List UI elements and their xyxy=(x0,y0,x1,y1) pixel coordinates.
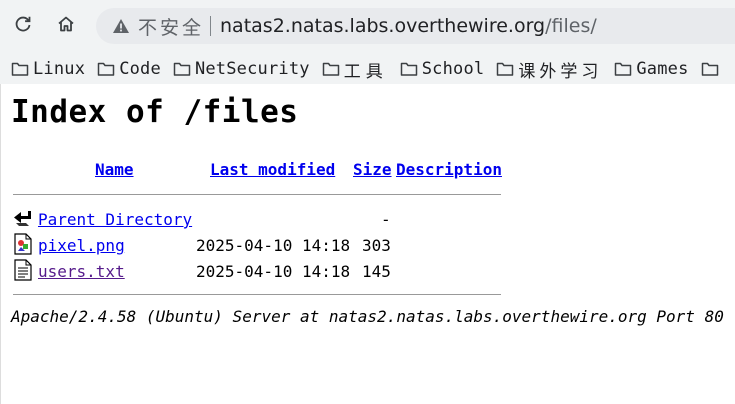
file-name: Parent Directory xyxy=(38,210,192,229)
security-status[interactable]: 不安全 xyxy=(138,13,204,40)
folder-icon xyxy=(497,62,514,76)
bookmark-label: 工具 xyxy=(343,61,388,82)
folder-icon xyxy=(11,62,29,76)
sort-by-description-link[interactable]: Description xyxy=(396,160,502,179)
table-divider-bottom xyxy=(13,294,501,295)
file-link[interactable]: pixel.png xyxy=(38,236,125,255)
file-name: users.txt xyxy=(38,262,125,281)
home-button[interactable] xyxy=(50,8,82,40)
bookmark-label: School xyxy=(421,59,485,79)
image-icon xyxy=(14,233,32,255)
folder-icon xyxy=(615,62,632,76)
bookmark-label: Code xyxy=(119,59,161,79)
sort-by-last-modified-link[interactable]: Last modified xyxy=(210,160,335,179)
folder-icon xyxy=(701,62,718,76)
bookmark-folder-games[interactable]: Games xyxy=(614,59,688,79)
table-divider-top xyxy=(13,194,501,195)
url-path: /files/ xyxy=(545,15,597,37)
file-size: - xyxy=(381,210,391,229)
bookmark-folder-code[interactable]: Code xyxy=(97,59,161,79)
sort-by-name-link[interactable]: Name xyxy=(95,160,134,179)
page-content: Index of /files Name Last modified Size … xyxy=(0,84,735,404)
address-bar[interactable]: 不安全 natas2.natas.labs.overthewire.org/fi… xyxy=(96,8,735,44)
reload-icon xyxy=(15,16,31,32)
address-divider xyxy=(210,16,212,36)
home-icon xyxy=(58,16,74,32)
file-modified: 2025-04-10 14:18 xyxy=(196,262,351,281)
warning-icon xyxy=(112,17,130,35)
file-modified: 2025-04-10 14:18 xyxy=(196,236,351,255)
bookmark-folder-more[interactable] xyxy=(701,61,723,77)
folder-icon xyxy=(400,62,417,76)
bookmark-folder-linux[interactable]: Linux xyxy=(11,59,85,79)
bookmark-label: 课外学习 xyxy=(518,61,603,82)
bookmarks-bar: Linux Code NetSecurity 工具 School 课外学习 Ga… xyxy=(0,54,735,84)
browser-toolbar: 不安全 natas2.natas.labs.overthewire.org/fi… xyxy=(0,0,735,54)
folder-icon xyxy=(97,62,115,76)
back-icon xyxy=(14,211,31,226)
reload-button[interactable] xyxy=(7,8,39,40)
parent-directory-link[interactable]: Parent Directory xyxy=(38,210,192,229)
bookmark-label: NetSecurity xyxy=(194,59,310,79)
column-header-name: Name xyxy=(95,160,134,179)
server-signature: Apache/2.4.58 (Ubuntu) Server at natas2.… xyxy=(11,307,724,326)
bookmark-folder-netsecurity[interactable]: NetSecurity xyxy=(173,59,310,79)
bookmark-folder-tools[interactable]: 工具 xyxy=(322,57,388,82)
file-name: pixel.png xyxy=(38,236,125,255)
bookmark-label: Games xyxy=(636,59,689,79)
bookmark-folder-school[interactable]: School xyxy=(400,59,485,79)
folder-icon xyxy=(322,62,339,76)
column-header-size: Size xyxy=(353,160,392,179)
url-host: natas2.natas.labs.overthewire.org xyxy=(220,15,546,37)
page-title: Index of /files xyxy=(11,94,299,130)
column-header-description: Description xyxy=(396,160,502,179)
bookmark-label: Linux xyxy=(33,59,86,79)
file-link[interactable]: users.txt xyxy=(38,262,125,281)
file-size: 145 xyxy=(362,262,391,281)
file-size: 303 xyxy=(362,236,391,255)
bookmark-folder-extracurricular[interactable]: 课外学习 xyxy=(496,57,602,82)
folder-icon xyxy=(173,62,191,76)
column-header-last-modified: Last modified xyxy=(210,160,335,179)
text-file-icon xyxy=(14,259,32,281)
sort-by-size-link[interactable]: Size xyxy=(353,160,392,179)
